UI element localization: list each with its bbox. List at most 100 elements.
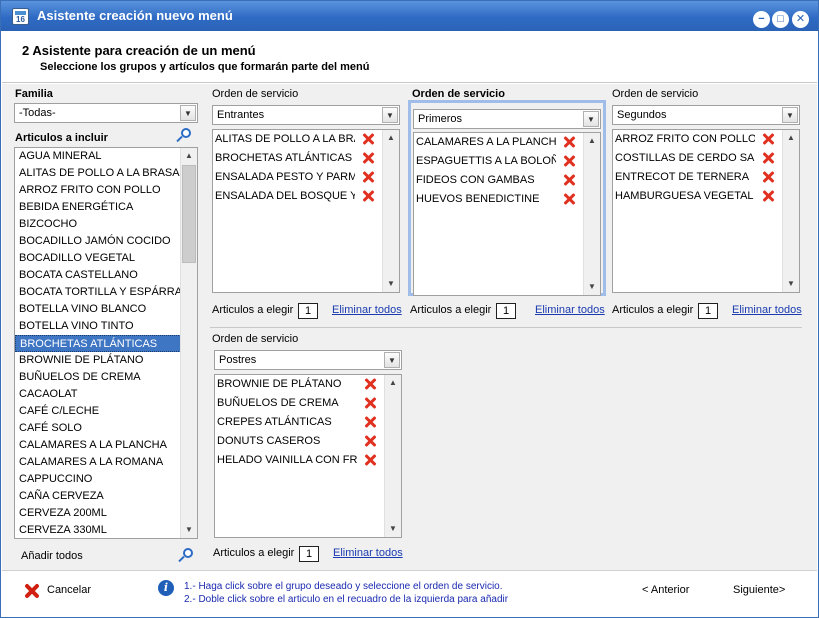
article-item[interactable]: CERVEZA 330ML bbox=[15, 522, 181, 538]
scroll-down-icon[interactable]: ▼ bbox=[181, 522, 197, 538]
hint-step-1: 1.- Haga click sobre el grupo deseado y … bbox=[184, 581, 503, 592]
group-item-label: ENTRECOT DE TERNERA bbox=[615, 171, 750, 183]
remove-item-icon[interactable] bbox=[762, 190, 774, 202]
article-item[interactable]: BROWNIE DE PLÁTANO bbox=[15, 352, 181, 369]
remove-item-icon[interactable] bbox=[364, 397, 376, 409]
article-item[interactable]: CALAMARES A LA PLANCHA bbox=[15, 437, 181, 454]
remove-item-icon[interactable] bbox=[563, 193, 575, 205]
service-order-select[interactable]: Segundos ▼ bbox=[612, 105, 800, 125]
cancel-button[interactable]: Cancelar bbox=[47, 584, 91, 596]
remove-item-icon[interactable] bbox=[364, 454, 376, 466]
remove-all-link[interactable]: Eliminar todos bbox=[732, 304, 802, 316]
chevron-down-icon[interactable]: ▼ bbox=[180, 105, 196, 121]
close-button[interactable]: ✕ bbox=[792, 11, 809, 28]
article-item[interactable]: BIZCOCHO bbox=[15, 216, 181, 233]
remove-item-icon[interactable] bbox=[364, 416, 376, 428]
scroll-down-icon[interactable]: ▼ bbox=[584, 279, 600, 295]
search-articles-button[interactable] bbox=[174, 126, 194, 146]
group-scrollbar[interactable]: ▲ ▼ bbox=[384, 375, 401, 537]
article-item[interactable]: CAFÉ SOLO bbox=[15, 420, 181, 437]
service-order-select[interactable]: Postres ▼ bbox=[214, 350, 402, 370]
article-item[interactable]: BOCADILLO JAMÓN COCIDO bbox=[15, 233, 181, 250]
chevron-down-icon[interactable]: ▼ bbox=[384, 352, 400, 368]
article-item[interactable]: BROCHETAS ATLÁNTICAS bbox=[15, 335, 181, 352]
articles-list[interactable]: AGUA MINERAL ALITAS DE POLLO A LA BRASA AR… bbox=[14, 147, 198, 539]
family-label: Familia bbox=[15, 88, 53, 100]
add-all-button[interactable]: Añadir todos bbox=[21, 550, 83, 562]
chevron-down-icon[interactable]: ▼ bbox=[382, 107, 398, 123]
remove-item-icon[interactable] bbox=[364, 435, 376, 447]
articles-scrollbar[interactable]: ▲ ▼ bbox=[180, 148, 197, 538]
remove-item-icon[interactable] bbox=[362, 133, 374, 145]
article-item[interactable]: ALITAS DE POLLO A LA BRASA bbox=[15, 165, 181, 182]
title-bar: Asistente creación nuevo menú − □ ✕ bbox=[1, 1, 818, 31]
articles-to-choose-input[interactable]: 1 bbox=[698, 303, 718, 319]
article-item[interactable]: CAFÉ C/LECHE bbox=[15, 403, 181, 420]
family-select[interactable]: -Todas- ▼ bbox=[14, 103, 198, 123]
article-item[interactable]: AGUA MINERAL bbox=[15, 148, 181, 165]
service-order-select[interactable]: Primeros ▼ bbox=[413, 109, 601, 129]
articles-to-choose-input[interactable]: 1 bbox=[496, 303, 516, 319]
remove-item-icon[interactable] bbox=[563, 155, 575, 167]
scroll-up-icon[interactable]: ▲ bbox=[783, 130, 799, 146]
scroll-up-icon[interactable]: ▲ bbox=[181, 148, 197, 164]
group-scrollbar[interactable]: ▲ ▼ bbox=[382, 130, 399, 292]
group-primeros[interactable]: Primeros ▼ CALAMARES A LA PLANCHA ESPAGUE… bbox=[408, 100, 606, 296]
previous-button[interactable]: < Anterior bbox=[642, 584, 689, 596]
article-item[interactable]: CAPPUCCINO bbox=[15, 471, 181, 488]
remove-item-icon[interactable] bbox=[563, 174, 575, 186]
group-segundos[interactable]: Orden de servicio Segundos ▼ ARROZ FRITO… bbox=[610, 88, 802, 324]
article-item[interactable]: BOTELLA VINO BLANCO bbox=[15, 301, 181, 318]
remove-item-icon[interactable] bbox=[762, 171, 774, 183]
article-item[interactable]: CALAMARES A LA ROMANA bbox=[15, 454, 181, 471]
group-scrollbar[interactable]: ▲ ▼ bbox=[782, 130, 799, 292]
article-item[interactable]: ARROZ FRITO CON POLLO bbox=[15, 182, 181, 199]
scroll-thumb[interactable] bbox=[182, 165, 196, 263]
remove-item-icon[interactable] bbox=[362, 190, 374, 202]
next-button[interactable]: Siguiente> bbox=[733, 584, 785, 596]
scroll-up-icon[interactable]: ▲ bbox=[383, 130, 399, 146]
article-item[interactable]: CERVEZA 200ML bbox=[15, 505, 181, 522]
articles-to-choose-input[interactable]: 1 bbox=[298, 303, 318, 319]
maximize-button[interactable]: □ bbox=[772, 11, 789, 28]
remove-item-icon[interactable] bbox=[364, 378, 376, 390]
article-item[interactable]: BOTELLA VINO TINTO bbox=[15, 318, 181, 335]
scroll-down-icon[interactable]: ▼ bbox=[385, 521, 401, 537]
group-item-label: DONUTS CASEROS bbox=[217, 435, 321, 447]
article-item[interactable]: CAÑA CERVEZA bbox=[15, 488, 181, 505]
article-item[interactable]: BEBIDA ENERGÉTICA bbox=[15, 199, 181, 216]
remove-item-icon[interactable] bbox=[563, 136, 575, 148]
article-item[interactable]: BOCATA TORTILLA Y ESPÁRRAG bbox=[15, 284, 181, 301]
chevron-down-icon[interactable]: ▼ bbox=[782, 107, 798, 123]
scroll-up-icon[interactable]: ▲ bbox=[584, 133, 600, 149]
remove-all-link[interactable]: Eliminar todos bbox=[535, 304, 605, 316]
remove-item-icon[interactable] bbox=[362, 171, 374, 183]
remove-item-icon[interactable] bbox=[762, 152, 774, 164]
articles-to-choose-input[interactable]: 1 bbox=[299, 546, 319, 562]
article-item[interactable]: BOCATA CASTELLANO bbox=[15, 267, 181, 284]
article-item[interactable]: BUÑUELOS DE CREMA bbox=[15, 369, 181, 386]
scroll-up-icon[interactable]: ▲ bbox=[385, 375, 401, 391]
group-items-list[interactable]: CALAMARES A LA PLANCHA ESPAGUETTIS A LA B… bbox=[413, 132, 601, 296]
article-item[interactable]: CACAOLAT bbox=[15, 386, 181, 403]
group-entrantes[interactable]: Orden de servicio Entrantes ▼ ALITAS DE … bbox=[210, 88, 402, 324]
minimize-button[interactable]: − bbox=[753, 11, 770, 28]
service-order-select[interactable]: Entrantes ▼ bbox=[212, 105, 400, 125]
remove-all-link[interactable]: Eliminar todos bbox=[332, 304, 402, 316]
remove-item-icon[interactable] bbox=[762, 133, 774, 145]
group-label: Orden de servicio bbox=[212, 333, 299, 345]
scroll-down-icon[interactable]: ▼ bbox=[383, 276, 399, 292]
group-items-list[interactable]: ALITAS DE POLLO A LA BRA BROCHETAS ATLÁNT… bbox=[212, 129, 400, 293]
article-item[interactable]: BOCADILLO VEGETAL bbox=[15, 250, 181, 267]
scroll-down-icon[interactable]: ▼ bbox=[783, 276, 799, 292]
chevron-down-icon[interactable]: ▼ bbox=[583, 111, 599, 127]
group-scrollbar[interactable]: ▲ ▼ bbox=[583, 133, 600, 295]
group-items-list[interactable]: BROWNIE DE PLÁTANO BUÑUELOS DE CREMA CREPE… bbox=[214, 374, 402, 538]
remove-item-icon[interactable] bbox=[362, 152, 374, 164]
group-items-list[interactable]: ARROZ FRITO CON POLLO COSTILLAS DE CERDO … bbox=[612, 129, 800, 293]
group-item-label: HELADO VAINILLA CON FRU bbox=[217, 454, 357, 466]
add-all-search-button[interactable] bbox=[176, 546, 196, 566]
cancel-icon[interactable] bbox=[24, 583, 40, 599]
remove-all-link[interactable]: Eliminar todos bbox=[333, 547, 403, 559]
group-postres[interactable]: Orden de servicio Postres ▼ BROWNIE DE P… bbox=[210, 333, 403, 563]
